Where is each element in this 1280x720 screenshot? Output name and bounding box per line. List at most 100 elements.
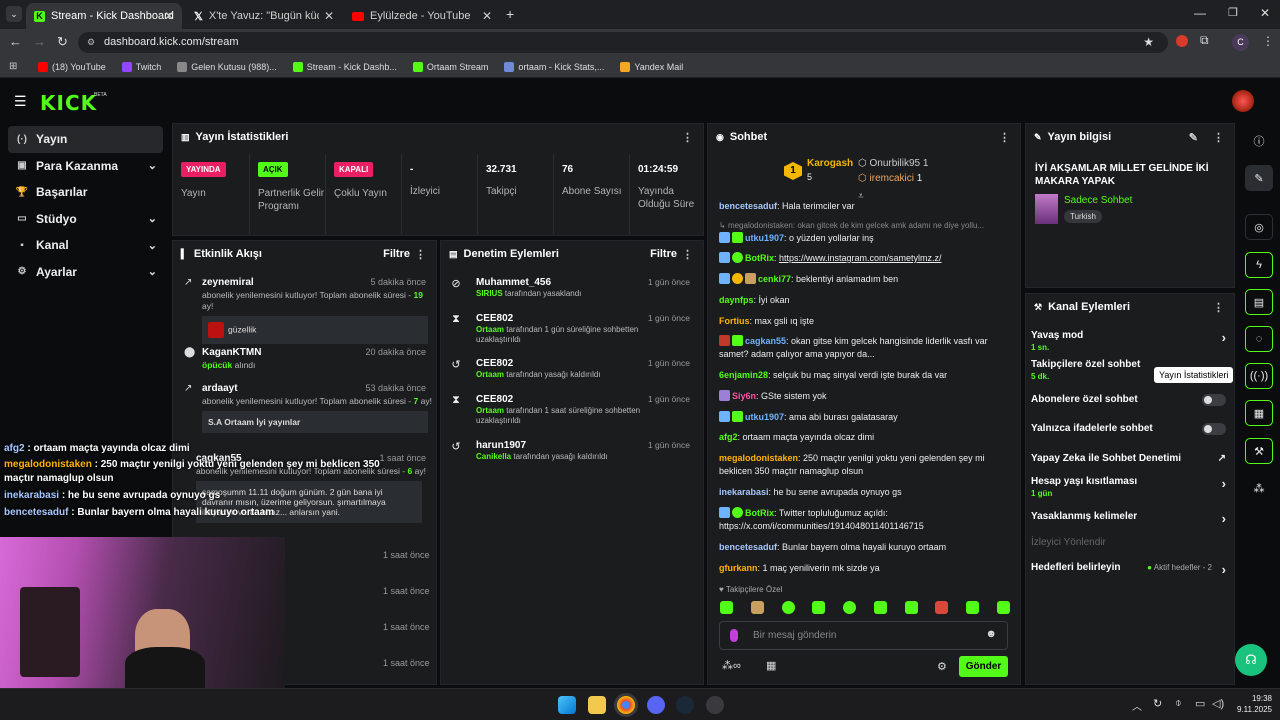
tab-kick-dashboard[interactable]: K Stream - Kick Dashboard ✕ bbox=[26, 3, 182, 29]
chat-user[interactable]: cagkan55 bbox=[745, 336, 786, 346]
share-icon[interactable]: ⁂ bbox=[1245, 475, 1273, 501]
back-icon[interactable]: ← bbox=[9, 34, 22, 49]
chat-user[interactable]: Siy6n bbox=[732, 391, 756, 401]
close-tab-icon[interactable]: ✕ bbox=[164, 9, 174, 23]
tab-search-button[interactable]: ⌄ bbox=[6, 6, 22, 22]
volume-icon[interactable]: ◁) bbox=[1212, 697, 1224, 710]
more-options-icon[interactable]: ⋮ bbox=[1213, 301, 1224, 314]
close-window-button[interactable]: ✕ bbox=[1260, 6, 1270, 20]
filter-button[interactable]: Filtre bbox=[650, 248, 677, 260]
user-avatar[interactable] bbox=[1232, 90, 1254, 112]
chat-link[interactable]: https://www.instagram.com/sametylmz.z/ bbox=[779, 253, 942, 263]
steam-icon[interactable] bbox=[676, 696, 694, 714]
display-icon[interactable]: ▭ bbox=[1195, 697, 1205, 710]
hamburger-menu-icon[interactable]: ☰ bbox=[14, 93, 27, 110]
chat-user[interactable]: cenki77 bbox=[758, 274, 791, 284]
more-options-icon[interactable]: ⋮ bbox=[999, 131, 1010, 144]
more-options-icon[interactable]: ⋮ bbox=[1213, 131, 1224, 144]
emote-icon[interactable] bbox=[781, 601, 795, 614]
file-explorer-icon[interactable] bbox=[588, 696, 606, 714]
gifter-2[interactable]: ⬡ Onurbilik95 1 bbox=[858, 158, 928, 169]
kick-logo[interactable]: KICK bbox=[40, 91, 97, 115]
emote-icon[interactable] bbox=[935, 601, 949, 614]
subscribers-only-toggle[interactable] bbox=[1202, 394, 1226, 406]
chat-user[interactable]: BotRix bbox=[745, 253, 774, 263]
emote-icon[interactable] bbox=[904, 601, 918, 614]
emote-icon[interactable] bbox=[720, 601, 733, 614]
emote-icon[interactable] bbox=[873, 601, 887, 614]
chat-user[interactable]: megalodonistaken bbox=[719, 453, 798, 463]
clipboard-icon[interactable]: ▤ bbox=[1245, 289, 1273, 315]
moderated-user[interactable]: Muhammet_456 bbox=[476, 277, 551, 288]
camera-icon[interactable]: ◎ bbox=[1245, 214, 1273, 240]
chat-user[interactable]: bencetesaduf bbox=[719, 542, 777, 552]
bookmark-kick-dashboard[interactable]: Stream - Kick Dashb... bbox=[292, 61, 397, 72]
bookmark-inbox[interactable]: Gelen Kutusu (988)... bbox=[177, 61, 277, 72]
new-tab-button[interactable]: + bbox=[506, 6, 514, 22]
emote-icon[interactable] bbox=[843, 601, 857, 614]
emoji-icon[interactable]: ☻ bbox=[985, 628, 997, 640]
emote-only-toggle[interactable] bbox=[1202, 423, 1226, 435]
tab-x-post[interactable]: 𝕏 X'te Yavuz: "Bugün küçük bir ya ✕ bbox=[186, 3, 342, 29]
more-options-icon[interactable]: ⋮ bbox=[682, 131, 693, 144]
extension-icon[interactable] bbox=[1176, 35, 1188, 47]
more-options-icon[interactable]: ⋮ bbox=[682, 248, 693, 261]
banned-words-setting[interactable]: Yasaklanmış kelimeler › bbox=[1031, 511, 1226, 526]
send-button[interactable]: Gönder bbox=[959, 656, 1008, 677]
tray-overflow-icon[interactable]: ︿ bbox=[1132, 698, 1142, 713]
category-link[interactable]: Sadece Sohbet bbox=[1064, 195, 1132, 206]
chat-user[interactable]: utku1907 bbox=[745, 233, 784, 243]
emote-icon[interactable] bbox=[750, 601, 764, 614]
url-input[interactable]: ⚙ dashboard.kick.com/stream ★ bbox=[78, 32, 1168, 53]
moderated-user[interactable]: CEE802 bbox=[476, 313, 513, 324]
tab-youtube[interactable]: Eylülzede - YouTube ✕ bbox=[344, 3, 500, 29]
moderated-user[interactable]: CEE802 bbox=[476, 358, 513, 369]
lightning-icon[interactable]: ϟ bbox=[1245, 252, 1273, 278]
sidebar-item-kanal[interactable]: ▪ Kanal ⌄ bbox=[8, 232, 163, 259]
bookmark-twitch[interactable]: Twitch bbox=[121, 61, 161, 72]
bookmark-yandex-mail[interactable]: Yandex Mail bbox=[620, 61, 683, 72]
chat-user[interactable]: Fortius bbox=[719, 316, 750, 326]
info-icon[interactable]: ⓘ bbox=[1245, 128, 1273, 154]
bookmark-ortaam-stream[interactable]: Ortaam Stream bbox=[412, 61, 488, 72]
chat-bubble-icon[interactable]: ◌ bbox=[1245, 326, 1273, 352]
chrome-icon[interactable] bbox=[617, 696, 635, 714]
chat-user[interactable]: 6enjamin28 bbox=[719, 370, 768, 380]
chat-settings-icon[interactable]: ⚙ bbox=[937, 660, 947, 673]
store-icon[interactable]: ▦ bbox=[1245, 400, 1273, 426]
minimize-button[interactable]: — bbox=[1194, 6, 1206, 20]
bookmark-star-icon[interactable]: ★ bbox=[1143, 32, 1154, 53]
obs-icon[interactable] bbox=[706, 696, 724, 714]
extensions-puzzle-icon[interactable]: ⧉ bbox=[1200, 33, 1209, 48]
chat-user[interactable]: afg2 bbox=[719, 432, 738, 442]
close-tab-icon[interactable]: ✕ bbox=[482, 9, 492, 23]
top-gifter-name[interactable]: Karogash bbox=[807, 158, 853, 169]
store-icon[interactable]: ▦ bbox=[766, 659, 776, 672]
edit-icon[interactable]: ✎ bbox=[1245, 165, 1273, 191]
emote-icon[interactable] bbox=[966, 601, 980, 614]
chat-user[interactable]: inekarabasi bbox=[719, 487, 769, 497]
reload-icon[interactable]: ↻ bbox=[57, 34, 68, 50]
restore-button[interactable]: ❐ bbox=[1228, 6, 1238, 19]
chat-input[interactable]: Bir mesaj gönderin ☻ bbox=[719, 621, 1008, 650]
sidebar-item-ayarlar[interactable]: ⚙ Ayarlar ⌄ bbox=[8, 259, 163, 286]
category-thumbnail[interactable] bbox=[1035, 194, 1058, 224]
moderated-user[interactable]: harun1907 bbox=[476, 440, 526, 451]
emote-icon[interactable] bbox=[812, 601, 826, 614]
site-info-icon[interactable]: ⚙ bbox=[87, 32, 95, 53]
edit-icon[interactable]: ✎ bbox=[1189, 131, 1198, 144]
close-tab-icon[interactable]: ✕ bbox=[324, 9, 334, 23]
mic-tray-icon[interactable]: ⌽ bbox=[1175, 697, 1182, 710]
browser-menu-icon[interactable]: ⋮ bbox=[1262, 34, 1274, 48]
ai-moderation-setting[interactable]: Yapay Zeka ile Sohbet Denetimi ↗ bbox=[1031, 453, 1226, 464]
chat-user[interactable]: BotRix bbox=[745, 508, 774, 518]
sync-icon[interactable]: ↻ bbox=[1153, 697, 1162, 710]
forward-icon[interactable]: → bbox=[33, 34, 46, 49]
mic-icon[interactable] bbox=[730, 629, 738, 642]
sidebar-item-yayin[interactable]: (·) Yayın bbox=[8, 126, 163, 153]
profile-avatar[interactable]: C bbox=[1232, 34, 1249, 51]
moderated-user[interactable]: CEE802 bbox=[476, 394, 513, 405]
discord-icon[interactable] bbox=[647, 696, 665, 714]
goals-setting[interactable]: Hedefleri belirleyin ● Aktif hedefler - 2… bbox=[1031, 562, 1226, 577]
chat-user[interactable]: gfurkann bbox=[719, 563, 758, 573]
